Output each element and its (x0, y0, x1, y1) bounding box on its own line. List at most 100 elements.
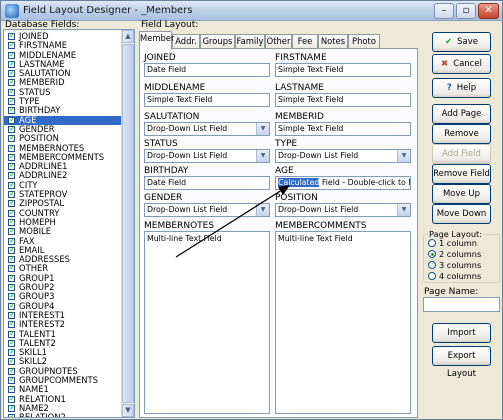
lastname-label: LASTNAME (275, 83, 324, 93)
salutation-dropdown[interactable]: Drop-Down List Field ▼ (144, 122, 270, 136)
checkbox-checked-icon[interactable] (8, 338, 16, 347)
export-layout-button[interactable]: Export Layout (432, 346, 491, 379)
checkbox-checked-icon[interactable] (8, 375, 16, 384)
checkbox-checked-icon[interactable] (8, 124, 16, 133)
checkbox-checked-icon[interactable] (8, 189, 16, 198)
checkbox-checked-icon[interactable] (8, 133, 16, 143)
birthday-field[interactable]: Date Field (144, 176, 270, 190)
checkbox-checked-icon[interactable] (8, 77, 16, 87)
middlename-field[interactable]: Simple Text Field (144, 93, 270, 107)
checkbox-checked-icon[interactable] (8, 161, 16, 170)
status-dropdown[interactable]: Drop-Down List Field ▼ (144, 149, 270, 163)
checkbox-checked-icon[interactable] (8, 301, 16, 310)
checkbox-checked-icon[interactable] (8, 310, 16, 319)
type-dropdown[interactable]: Drop-Down List Field ▼ (275, 149, 411, 163)
age-field[interactable]: Calculated Field - Double-click to Mo (275, 176, 411, 190)
firstname-field[interactable]: Simple Text Field (275, 63, 411, 77)
checkbox-checked-icon[interactable] (8, 152, 16, 161)
chevron-down-icon[interactable]: ▼ (397, 150, 410, 162)
checkbox-checked-icon[interactable] (8, 291, 16, 301)
memberid-field[interactable]: Simple Text Field (275, 122, 411, 136)
checkbox-checked-icon[interactable] (8, 68, 16, 77)
checkbox-checked-icon[interactable] (8, 254, 16, 263)
page-layout-group: Page Layout: 1 column 2 columns 3 column… (423, 229, 500, 283)
tab-photo[interactable]: Photo (348, 34, 380, 49)
field-list-scrollbar[interactable]: ▲ ▼ (121, 30, 134, 417)
checkbox-checked-icon[interactable] (8, 329, 16, 338)
checkbox-checked-icon[interactable] (8, 31, 16, 40)
checkbox-checked-icon[interactable] (8, 208, 16, 217)
checkbox-checked-icon[interactable] (8, 180, 16, 189)
checkbox-checked-icon[interactable] (8, 59, 16, 68)
field-rows: JOINEDFIRSTNAMEMIDDLENAMELASTNAMESALUTAT… (4, 31, 122, 417)
tab-other[interactable]: Other (265, 34, 292, 49)
chevron-down-icon[interactable]: ▼ (256, 204, 269, 216)
cancel-button[interactable]: ✖ Cancel (432, 54, 491, 74)
page-name-input[interactable] (423, 297, 500, 312)
checkbox-checked-icon[interactable] (8, 245, 16, 254)
tab-notes[interactable]: Notes (318, 34, 348, 49)
maximize-button[interactable]: ▫ (456, 3, 476, 19)
checkbox-checked-icon[interactable] (8, 273, 16, 282)
database-fields-list[interactable]: JOINEDFIRSTNAMEMIDDLENAMELASTNAMESALUTAT… (3, 29, 135, 418)
checkbox-checked-icon[interactable] (8, 412, 16, 417)
gender-dropdown[interactable]: Drop-Down List Field ▼ (144, 203, 270, 217)
add-page-button[interactable]: Add Page (432, 104, 491, 124)
checkbox-checked-icon[interactable] (8, 226, 16, 236)
checkbox-checked-icon[interactable] (8, 236, 16, 245)
tab-groups[interactable]: Groups (200, 34, 235, 49)
checkbox-checked-icon[interactable] (8, 403, 16, 412)
radio-3-columns[interactable]: 3 columns (428, 260, 481, 270)
checkbox-checked-icon[interactable] (8, 170, 16, 180)
checkbox-checked-icon[interactable] (8, 356, 16, 366)
checkbox-checked-icon[interactable] (8, 217, 16, 226)
close-button[interactable]: ✕ (478, 3, 499, 19)
checkbox-checked-icon[interactable] (8, 143, 16, 152)
checkbox-checked-icon[interactable] (8, 282, 16, 291)
tab-fee[interactable]: Fee (292, 34, 318, 49)
remove-page-button[interactable]: Remove Page (432, 124, 491, 157)
page-name-label: Page Name: (424, 287, 479, 297)
checkbox-checked-icon[interactable] (8, 347, 16, 356)
checkbox-checked-icon[interactable] (8, 263, 16, 273)
move-up-button[interactable]: Move Up (432, 184, 491, 204)
tab-addr[interactable]: Addr. (172, 34, 200, 49)
tab-family[interactable]: Family (235, 34, 265, 49)
tab-member[interactable]: Member (139, 31, 174, 50)
gender-value: Drop-Down List Field (147, 205, 228, 214)
radio-2-columns[interactable]: 2 columns (428, 249, 481, 259)
membercomments-field[interactable]: Multi-line Text Field (275, 231, 411, 414)
checkbox-checked-icon[interactable] (8, 105, 16, 115)
help-button[interactable]: ? Help (432, 78, 491, 98)
checkbox-checked-icon[interactable] (8, 40, 16, 50)
radio-4-columns[interactable]: 4 columns (428, 271, 481, 281)
checkbox-checked-icon[interactable] (8, 96, 16, 105)
checkbox-checked-icon[interactable] (8, 319, 16, 329)
scroll-thumb[interactable] (122, 44, 134, 403)
checkbox-checked-icon[interactable] (8, 198, 16, 208)
chevron-down-icon[interactable]: ▼ (397, 204, 410, 216)
chevron-down-icon[interactable]: ▼ (256, 150, 269, 162)
field-list-item[interactable]: RELATION2 (4, 412, 122, 417)
import-layout-button[interactable]: Import Layout (432, 323, 491, 356)
checkbox-checked-icon[interactable] (8, 366, 16, 375)
position-dropdown[interactable]: Drop-Down List Field ▼ (275, 203, 411, 217)
title-bar[interactable]: Field Layout Designer - _Members – ▫ ✕ (1, 1, 502, 21)
move-down-button[interactable]: Move Down (432, 204, 491, 224)
remove-field-button[interactable]: Remove Field (432, 164, 491, 184)
minimize-button[interactable]: – (434, 3, 454, 19)
checkbox-checked-icon[interactable] (8, 50, 16, 59)
joined-field[interactable]: Date Field (144, 63, 270, 77)
checkbox-checked-icon[interactable] (8, 394, 16, 403)
radio-1-column[interactable]: 1 column (428, 238, 477, 248)
checkbox-checked-icon[interactable] (8, 384, 16, 394)
save-button[interactable]: ✔ Save (432, 32, 491, 52)
chevron-down-icon[interactable]: ▼ (256, 123, 269, 135)
add-field-button[interactable]: Add Field (432, 144, 491, 164)
membernotes-field[interactable]: Multi-line Text Field (144, 231, 270, 414)
scroll-down-icon[interactable]: ▼ (122, 404, 134, 417)
lastname-field[interactable]: Simple Text Field (275, 93, 411, 107)
checkbox-checked-icon[interactable] (8, 87, 16, 96)
checkbox-checked-icon[interactable] (8, 115, 16, 124)
scroll-up-icon[interactable]: ▲ (122, 30, 134, 43)
